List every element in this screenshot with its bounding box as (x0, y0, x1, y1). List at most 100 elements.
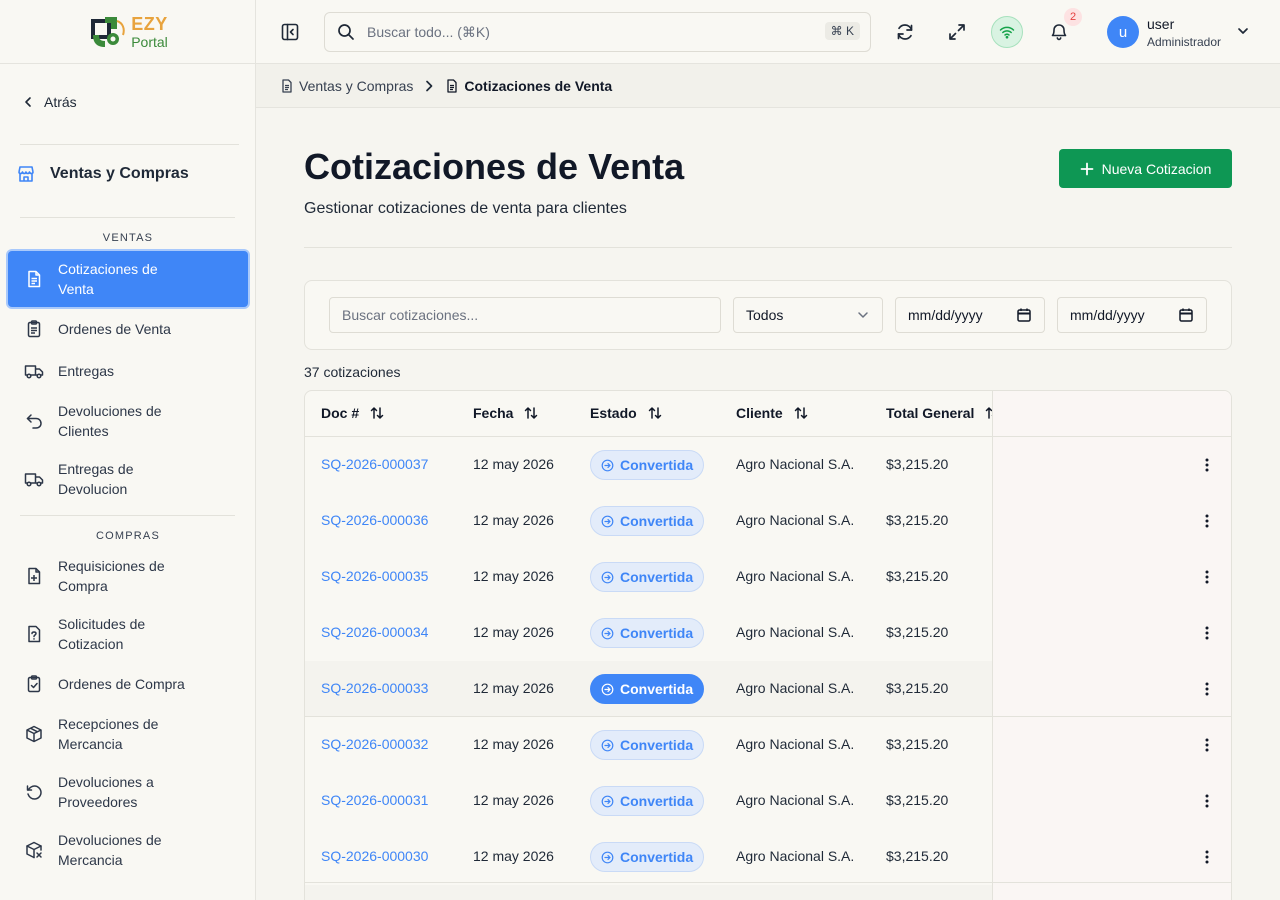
toggle-sidebar-button[interactable] (278, 20, 302, 44)
column-header-estado[interactable]: Estado (590, 405, 663, 421)
arrow-right-circle-icon (601, 851, 614, 863)
sort-icon (794, 407, 807, 419)
row-actions-button[interactable] (1197, 511, 1217, 531)
arrow-right-circle-icon (601, 459, 614, 471)
more-vertical-icon (1205, 458, 1209, 472)
wifi-icon (999, 26, 1015, 39)
date-from-value: mm/dd/yyyy (908, 307, 983, 323)
client-cell: Agro Nacional S.A. (736, 568, 855, 584)
doc-number-link[interactable]: SQ-2026-000037 (321, 456, 428, 472)
date-cell: 12 may 2026 (473, 680, 554, 696)
client-cell: Agro Nacional S.A. (736, 736, 855, 752)
row-actions-button[interactable] (1197, 567, 1217, 587)
avatar[interactable]: u (1107, 16, 1139, 48)
breadcrumb-item-ventas-y-compras[interactable]: Ventas y Compras (280, 78, 413, 94)
table-row[interactable]: SQ-2026-000037 12 may 2026 Convertida Agro … (305, 437, 1231, 493)
sidebar-item-recepciones-de-mercancia[interactable]: Recepciones de Mercancia (8, 714, 248, 754)
sidebar-item-devoluciones-de-clientes[interactable]: Devoluciones de Clientes (8, 401, 248, 441)
row-actions-button[interactable] (1197, 791, 1217, 811)
doc-number-link[interactable]: SQ-2026-000034 (321, 624, 428, 640)
table-row[interactable]: SQ-2026-000030 12 may 2026 Convertida Agro … (305, 829, 1231, 885)
sidebar-item-requisiciones-de-compra[interactable]: Requisiciones de Compra (8, 556, 248, 596)
filters-panel: Buscar cotizaciones... Todos mm/dd/yyyy … (304, 280, 1232, 350)
doc-number-link[interactable]: SQ-2026-000030 (321, 848, 428, 864)
logo-icon (91, 16, 125, 47)
row-actions-button[interactable] (1197, 847, 1217, 867)
table-row[interactable]: SQ-2026-000033 12 may 2026 Convertida Agro … (305, 661, 1231, 717)
table-row[interactable]: SQ-2026-000032 12 may 2026 Convertida Agro … (305, 717, 1231, 773)
sort-icon (986, 407, 992, 419)
column-header-doc[interactable]: Doc # (321, 405, 385, 421)
logo[interactable]: EZY Portal (87, 13, 168, 51)
row-actions-button[interactable] (1197, 455, 1217, 475)
doc-number-link[interactable]: SQ-2026-000036 (321, 512, 428, 528)
breadcrumb: Ventas y Compras Cotizaciones de Venta (256, 64, 1280, 108)
date-cell: 12 may 2026 (473, 848, 554, 864)
new-quotation-label: Nueva Cotizacion (1101, 160, 1212, 177)
column-header-cliente[interactable]: Cliente (736, 405, 809, 421)
table-row[interactable]: SQ-2026-000036 12 may 2026 Convertida Agro … (305, 493, 1231, 549)
refresh-button[interactable] (893, 20, 917, 44)
client-cell: Agro Nacional S.A. (736, 792, 855, 808)
status-label: Convertida (620, 737, 694, 753)
column-header-label: Estado (590, 405, 637, 421)
sort-icon (370, 407, 384, 419)
table-row[interactable]: SQ-2026-000034 12 may 2026 Convertida Agro … (305, 605, 1231, 661)
table-row[interactable]: SQ-2026-000031 12 may 2026 Convertida Agro … (305, 773, 1231, 829)
global-search[interactable]: ⌘ K (324, 12, 871, 52)
date-to-input[interactable]: mm/dd/yyyy (1057, 297, 1207, 333)
bell-icon (1051, 24, 1067, 41)
row-actions-button[interactable] (1197, 623, 1217, 643)
more-vertical-icon (1205, 794, 1209, 808)
chevron-down-icon (1238, 28, 1248, 34)
status-filter-select[interactable]: Todos (733, 297, 883, 333)
user-name[interactable]: user (1147, 16, 1174, 32)
arrow-right-circle-icon (601, 739, 614, 751)
sidebar-item-entregas-de-devolucion[interactable]: Entregas de Devolucion (8, 459, 248, 499)
sidebar-divider (20, 217, 235, 218)
sort-icon (648, 407, 661, 419)
row-actions-button[interactable] (1197, 679, 1217, 699)
back-button[interactable]: Atrás (22, 94, 77, 110)
total-cell: $3,215.20 (886, 680, 949, 696)
global-search-input[interactable] (367, 24, 870, 40)
sidebar-divider (20, 144, 239, 145)
connection-status[interactable] (991, 16, 1023, 48)
column-header-total[interactable]: Total General (886, 405, 992, 421)
page-title: Cotizaciones de Venta (304, 146, 685, 187)
column-header-label: Doc # (321, 405, 360, 421)
results-count: 37 cotizaciones (304, 364, 401, 380)
notification-count-badge: 2 (1064, 8, 1082, 26)
quotation-search-input[interactable]: Buscar cotizaciones... (329, 297, 721, 333)
sidebar-item-cotizaciones-de-venta[interactable]: Cotizaciones de Venta (8, 251, 248, 307)
sidebar-item-devoluciones-de-mercancia[interactable]: Devoluciones de Mercancia (8, 830, 248, 870)
sidebar-item-ordenes-de-venta[interactable]: Ordenes de Venta (8, 319, 248, 339)
client-cell: Agro Nacional S.A. (736, 512, 855, 528)
user-menu-button[interactable] (1236, 24, 1250, 43)
new-quotation-button[interactable]: Nueva Cotizacion (1059, 149, 1232, 188)
chevron-left-icon (25, 97, 31, 107)
sidebar-item-label: Cotizaciones de Venta (58, 261, 158, 297)
fullscreen-button[interactable] (945, 20, 969, 44)
total-cell: $3,215.20 (886, 736, 949, 752)
sidebar-item-solicitudes-de-cotizacion[interactable]: Solicitudes de Cotizacion (8, 614, 248, 654)
doc-number-link[interactable]: SQ-2026-000035 (321, 568, 428, 584)
sidebar-item-ordenes-de-compra[interactable]: Ordenes de Compra (8, 674, 248, 694)
sidebar-item-entregas[interactable]: Entregas (8, 361, 248, 381)
table-row-partial (305, 885, 992, 900)
date-cell: 12 may 2026 (473, 736, 554, 752)
doc-number-link[interactable]: SQ-2026-000031 (321, 792, 428, 808)
logo-area: EZY Portal (0, 0, 255, 64)
column-header-fecha[interactable]: Fecha (473, 405, 539, 421)
sidebar-item-devoluciones-a-proveedores[interactable]: Devoluciones a Proveedores (8, 772, 248, 812)
row-actions-button[interactable] (1197, 735, 1217, 755)
search-icon (338, 24, 354, 40)
arrow-right-circle-icon (601, 683, 614, 695)
status-badge: Convertida (590, 506, 705, 536)
date-from-input[interactable]: mm/dd/yyyy (895, 297, 1045, 333)
date-to-value: mm/dd/yyyy (1070, 307, 1145, 323)
doc-number-link[interactable]: SQ-2026-000032 (321, 736, 428, 752)
status-label: Convertida (620, 569, 694, 585)
doc-number-link[interactable]: SQ-2026-000033 (321, 680, 428, 696)
table-row[interactable]: SQ-2026-000035 12 may 2026 Convertida Agro … (305, 549, 1231, 605)
